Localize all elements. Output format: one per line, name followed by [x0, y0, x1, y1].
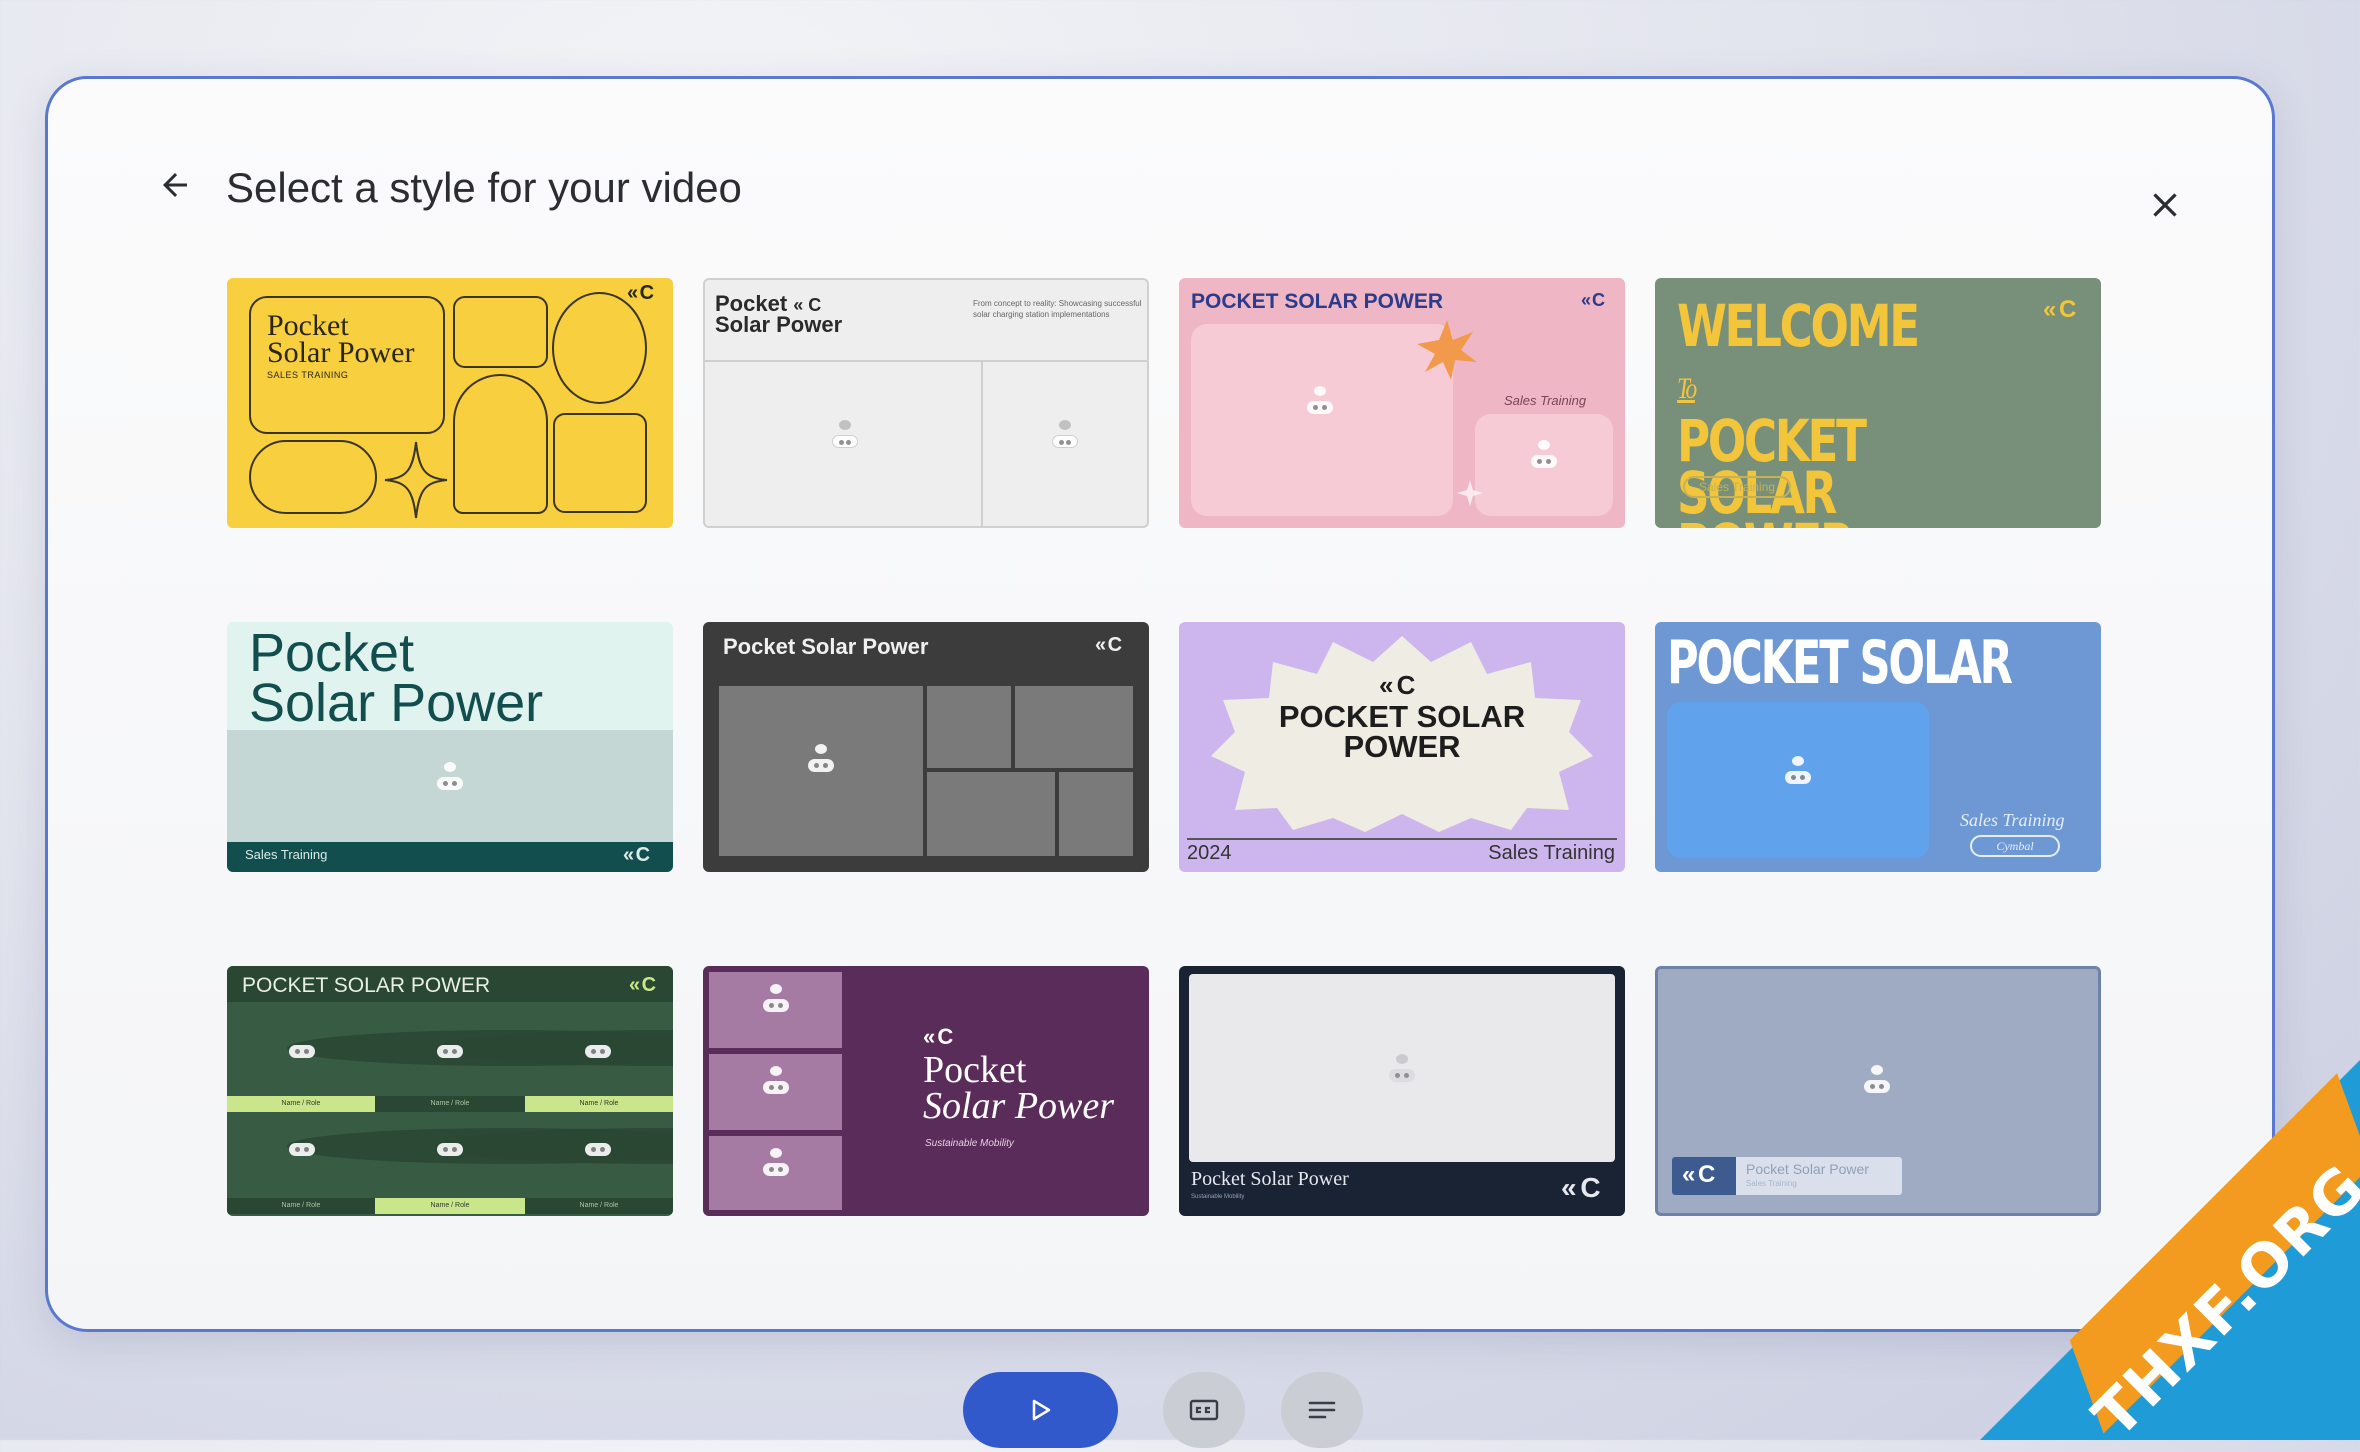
card-subtitle: Sales Training: [245, 847, 328, 862]
person-placeholder-icon: [287, 1128, 673, 1164]
brand-logo-icon: « C: [2043, 296, 2076, 323]
sparkle-icon: [1457, 480, 1483, 506]
person-placeholder-icon: [435, 1030, 673, 1066]
name-label: Name / Role: [375, 1096, 525, 1112]
brand-pill: Cymbal: [1970, 835, 2060, 857]
frame-shape: [249, 440, 377, 514]
divider: [981, 362, 983, 526]
style-card-dark-grid[interactable]: Pocket Solar Power « C: [703, 622, 1149, 872]
card-subtitle: Sales Training: [1683, 476, 1792, 498]
person-placeholder-icon: [583, 1030, 673, 1066]
frame-shape: [453, 374, 548, 514]
person-placeholder-icon: [1862, 1065, 1892, 1101]
card-title: Pocket Solar Power: [267, 309, 415, 369]
card-year: 2024: [1187, 842, 1232, 864]
card-title: POCKET SOLAR POWER: [1191, 290, 1444, 313]
style-card-light-grey[interactable]: Pocket « C Solar Power From concept to re…: [703, 278, 1149, 528]
person-placeholder-icon: [287, 1030, 673, 1066]
person-placeholder-icon: [1529, 440, 1559, 476]
style-card-navy[interactable]: Pocket Solar Power Sustainable Mobility …: [1179, 966, 1625, 1216]
name-label: Name / Role: [375, 1198, 525, 1214]
card-subtitle: Sales Training: [1488, 842, 1615, 864]
brand-logo-icon: « C: [629, 974, 656, 996]
brand-logo-icon: « C: [1682, 1161, 1715, 1188]
play-button[interactable]: [963, 1372, 1118, 1448]
person-placeholder-icon: [761, 1148, 791, 1184]
star-shape-icon: [384, 441, 448, 519]
person-placeholder-icon: [1050, 420, 1080, 456]
closed-captions-icon: [1189, 1399, 1219, 1421]
divider: [1187, 838, 1617, 840]
card-subtitle: From concept to reality: Showcasing succ…: [973, 299, 1142, 319]
card-subtitle: Sales Training: [1746, 1179, 1797, 1188]
card-title: POCKET SOLAR POWER: [1278, 699, 1526, 764]
frame-shape: [553, 413, 647, 513]
style-card-lavender[interactable]: « C POCKET SOLAR POWER 2024 Sales Trainin…: [1179, 622, 1625, 872]
captions-button[interactable]: [1163, 1372, 1245, 1448]
photo-frame: [927, 686, 1011, 768]
card-title: Pocket Solar Power: [1746, 1161, 1869, 1177]
transcript-button[interactable]: [1281, 1372, 1363, 1448]
close-icon: [2153, 193, 2177, 217]
style-card-yellow[interactable]: Pocket Solar Power SALES TRAINING « C: [227, 278, 673, 528]
arrow-left-icon: [163, 173, 187, 197]
style-card-mint[interactable]: Pocket Solar Power Sales Training « C: [227, 622, 673, 872]
person-placeholder-icon: [1305, 386, 1335, 422]
frame-shape: [552, 292, 647, 404]
back-button[interactable]: [150, 160, 200, 210]
play-icon: [1032, 1399, 1050, 1421]
brand-logo-icon: « C: [1581, 290, 1605, 310]
style-grid: Pocket Solar Power SALES TRAINING « C Poc…: [227, 278, 2101, 1216]
brand-logo-icon: « C: [627, 282, 654, 304]
person-placeholder-icon: [583, 1128, 673, 1164]
brand-logo-icon: « C: [923, 1024, 953, 1049]
close-button[interactable]: [2140, 180, 2190, 230]
name-label: Name / Role: [525, 1096, 673, 1112]
card-title: Pocket Solar Power: [249, 623, 544, 733]
photo-frame: [927, 772, 1055, 856]
card-title: Pocket Solar Power: [923, 1049, 1115, 1127]
brand-logo-icon: « C: [1095, 634, 1122, 656]
brand-logo-icon: « C: [1379, 670, 1415, 700]
card-subtitle: Sustainable Mobility: [1191, 1194, 1245, 1200]
dialog-title: Select a style for your video: [226, 164, 742, 211]
person-placeholder-icon: [761, 984, 791, 1020]
card-title: Pocket Solar Power: [1191, 1168, 1349, 1190]
person-placeholder-icon: [435, 762, 465, 798]
card-subtitle: Sales Training: [1960, 810, 2065, 830]
starburst-icon: [1417, 320, 1477, 380]
photo-frame: [1015, 686, 1133, 768]
style-card-forest-grid[interactable]: POCKET SOLAR POWER « C Name / Role Name …: [227, 966, 673, 1216]
card-subtitle: Sustainable Mobility: [925, 1138, 1014, 1149]
person-placeholder-icon: [1387, 1054, 1417, 1090]
person-placeholder-icon: [806, 744, 836, 780]
brand-logo-icon: « C: [623, 844, 650, 866]
style-card-blue[interactable]: POCKET SOLAR POWER Sales Training Cymbal: [1655, 622, 2101, 872]
card-title: Pocket Solar Power: [723, 634, 929, 659]
person-placeholder-icon: [830, 420, 860, 456]
name-label: Name / Role: [227, 1198, 375, 1214]
divider: [705, 360, 1147, 362]
style-card-pink[interactable]: POCKET SOLAR POWER Sales Training « C: [1179, 278, 1625, 528]
person-placeholder-icon: [761, 1066, 791, 1102]
name-label: Name / Role: [227, 1096, 375, 1112]
photo-frame: [1059, 772, 1133, 856]
transcript-icon: [1308, 1401, 1336, 1419]
brand-logo-icon: « C: [1561, 1172, 1601, 1203]
card-title: Pocket « C Solar Power: [715, 291, 843, 337]
name-label: Name / Role: [525, 1198, 673, 1214]
card-title: POCKET SOLAR POWER: [242, 974, 491, 997]
style-card-sage[interactable]: WELCOME To POCKET SOLAR POWER Sales Trai…: [1655, 278, 2101, 528]
person-placeholder-icon: [1783, 756, 1813, 792]
frame-shape: [453, 296, 548, 368]
person-placeholder-icon: [435, 1128, 673, 1164]
card-subtitle: SALES TRAINING: [267, 370, 349, 380]
style-card-purple[interactable]: « C Pocket Solar Power Sustainable Mobili…: [703, 966, 1149, 1216]
card-subtitle: Sales Training: [1504, 393, 1587, 408]
